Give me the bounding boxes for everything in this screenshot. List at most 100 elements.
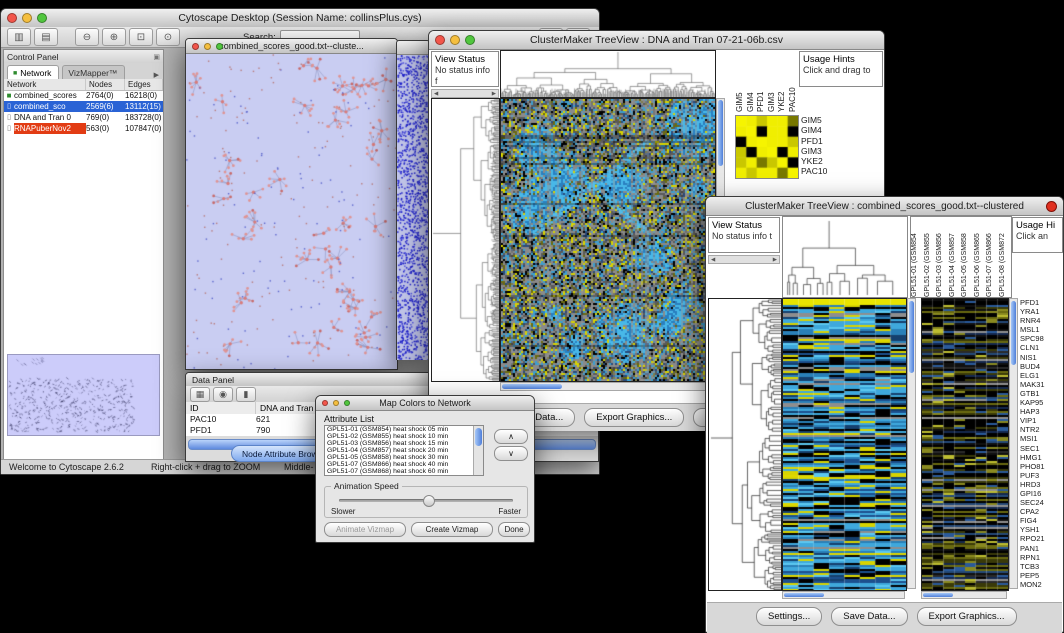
- column-label[interactable]: GIM3: [767, 50, 778, 112]
- mini-scrollbar[interactable]: ◀ ▶: [431, 89, 499, 98]
- treeview-button[interactable]: Export Graphics...: [584, 408, 684, 427]
- heatmap-canvas[interactable]: [500, 98, 716, 382]
- save-session-icon[interactable]: ▤: [34, 28, 58, 46]
- gene-label[interactable]: MAK31: [1020, 380, 1064, 389]
- gene-label[interactable]: PEP5: [1020, 571, 1064, 580]
- dense-network-titlebar[interactable]: [397, 41, 429, 55]
- zoom-horizontal-scrollbar[interactable]: [921, 591, 1007, 599]
- tab-network[interactable]: ■ Network: [7, 65, 59, 79]
- attribute-item[interactable]: GPL51-07 (GSM868) heat shock 60 min: [325, 468, 483, 475]
- column-label[interactable]: GPL51-07 (GSM866: [986, 217, 999, 297]
- column-label[interactable]: PAC10: [788, 50, 799, 112]
- create-vizmap-button[interactable]: Create Vizmap: [411, 522, 493, 537]
- attribute-item[interactable]: GPL51-01 (GSM854) heat shock 05 min: [325, 426, 483, 433]
- gene-label[interactable]: SEC24: [1020, 498, 1064, 507]
- treeview-button[interactable]: Settings...: [756, 607, 822, 626]
- column-label[interactable]: GIM5: [735, 50, 746, 112]
- network-column-header[interactable]: Nodes: [86, 79, 125, 90]
- heatmap-horizontal-scrollbar[interactable]: [782, 591, 905, 599]
- gene-label[interactable]: CPA2: [1020, 507, 1064, 516]
- move-down-button[interactable]: ∨: [494, 446, 528, 461]
- network-overview-canvas[interactable]: [7, 354, 160, 436]
- gene-label[interactable]: PFD1: [1020, 298, 1064, 307]
- scroll-thumb[interactable]: [923, 593, 953, 597]
- treeview2-titlebar[interactable]: ClusterMaker TreeView : combined_scores_…: [706, 197, 1063, 216]
- float-panel-icon[interactable]: ▣: [153, 53, 160, 61]
- column-label[interactable]: GPL51-02 (GSM855: [924, 217, 937, 297]
- row-label[interactable]: GIM3: [801, 146, 841, 156]
- column-dendrogram-canvas[interactable]: [500, 50, 716, 98]
- more-tabs-icon[interactable]: ▶: [154, 71, 159, 79]
- gene-label[interactable]: SEC1: [1020, 444, 1064, 453]
- row-label[interactable]: GIM5: [801, 115, 841, 125]
- network-row[interactable]: ▯ DNA and Tran 0 769(0) 183728(0): [4, 112, 163, 123]
- open-session-icon[interactable]: ▥: [7, 28, 31, 46]
- dense-network-canvas[interactable]: [397, 55, 429, 360]
- database-icon[interactable]: ▮: [236, 387, 256, 402]
- gene-label[interactable]: RPO21: [1020, 534, 1064, 543]
- network-row[interactable]: ■ combined_scores 2764(0) 16218(0): [4, 90, 163, 101]
- column-label[interactable]: GPL51-06 (GSM865: [974, 217, 987, 297]
- gene-label[interactable]: KAP95: [1020, 398, 1064, 407]
- zoom-fit-icon[interactable]: ⊡: [129, 28, 153, 46]
- gene-label[interactable]: RNR4: [1020, 316, 1064, 325]
- zoom-vertical-scrollbar[interactable]: [1009, 298, 1018, 589]
- heatmap-canvas[interactable]: [782, 298, 907, 591]
- close-button[interactable]: [1046, 201, 1057, 212]
- gene-label[interactable]: ELG1: [1020, 371, 1064, 380]
- treeview-button[interactable]: Export Graphics...: [917, 607, 1017, 626]
- zoom-selected-icon[interactable]: ⊙: [156, 28, 180, 46]
- gene-label[interactable]: GTB1: [1020, 389, 1064, 398]
- network-view-titlebar[interactable]: combined_scores_good.txt--cluste...: [186, 39, 397, 54]
- zoom-button[interactable]: [465, 35, 475, 45]
- minimize-button[interactable]: [204, 43, 211, 50]
- scroll-right-icon[interactable]: ▶: [773, 257, 777, 263]
- gene-label[interactable]: BUD4: [1020, 362, 1064, 371]
- row-dendrogram-canvas[interactable]: [431, 98, 500, 382]
- treeview1-titlebar[interactable]: ClusterMaker TreeView : DNA and Tran 07-…: [429, 31, 884, 50]
- close-button[interactable]: [192, 43, 199, 50]
- scroll-thumb[interactable]: [475, 428, 482, 446]
- heatmap-horizontal-scrollbar[interactable]: [500, 382, 714, 391]
- gene-label[interactable]: PAN1: [1020, 544, 1064, 553]
- heatmap-vertical-scrollbar[interactable]: [907, 298, 916, 589]
- network-column-header[interactable]: Network: [4, 79, 86, 90]
- attribute-item[interactable]: GPL51-03 (GSM856) heat shock 15 min: [325, 440, 483, 447]
- mini-scrollbar[interactable]: ◀ ▶: [708, 255, 780, 264]
- attribute-item[interactable]: GPL51-04 (GSM857) heat shock 20 min: [325, 447, 483, 454]
- network-row[interactable]: ▯ RNAPuberNov2 563(0) 107847(0): [4, 123, 163, 134]
- column-label[interactable]: PFD1: [756, 50, 767, 112]
- gene-label[interactable]: VIP1: [1020, 416, 1064, 425]
- gene-label[interactable]: NTR2: [1020, 425, 1064, 434]
- slider-thumb[interactable]: [423, 495, 435, 507]
- gene-label[interactable]: YRA1: [1020, 307, 1064, 316]
- gene-label[interactable]: RPN1: [1020, 553, 1064, 562]
- scroll-thumb[interactable]: [909, 301, 914, 373]
- zoom-out-icon[interactable]: ⊖: [75, 28, 99, 46]
- gene-label[interactable]: HAP3: [1020, 407, 1064, 416]
- animate-vizmap-button[interactable]: Animate Vizmap: [324, 522, 406, 537]
- gene-label[interactable]: FIG4: [1020, 516, 1064, 525]
- gene-label[interactable]: MON2: [1020, 580, 1064, 589]
- done-button[interactable]: Done: [498, 522, 530, 537]
- gene-label[interactable]: HRD3: [1020, 480, 1064, 489]
- scroll-right-icon[interactable]: ▶: [492, 91, 496, 97]
- gene-label[interactable]: GPI16: [1020, 489, 1064, 498]
- scroll-left-icon[interactable]: ◀: [434, 91, 438, 97]
- column-label[interactable]: GPL51-01 (GSM854: [911, 217, 924, 297]
- gene-label[interactable]: MSL1: [1020, 325, 1064, 334]
- scroll-thumb[interactable]: [784, 593, 824, 597]
- column-label[interactable]: GPL51-03 (GSM856: [936, 217, 949, 297]
- move-up-button[interactable]: ∧: [494, 429, 528, 444]
- row-label[interactable]: PFD1: [801, 136, 841, 146]
- column-label[interactable]: GPL51-05 (GSM858: [961, 217, 974, 297]
- main-titlebar[interactable]: Cytoscape Desktop (Session Name: collins…: [1, 9, 599, 28]
- column-label[interactable]: YKE2: [777, 50, 788, 112]
- scroll-thumb[interactable]: [1011, 301, 1016, 365]
- row-label[interactable]: GIM4: [801, 125, 841, 135]
- close-button[interactable]: [322, 400, 328, 406]
- attribute-select-icon[interactable]: ▦: [190, 387, 210, 402]
- pin-icon[interactable]: ◉: [213, 387, 233, 402]
- zoom-button[interactable]: [216, 43, 223, 50]
- scroll-thumb[interactable]: [718, 100, 723, 166]
